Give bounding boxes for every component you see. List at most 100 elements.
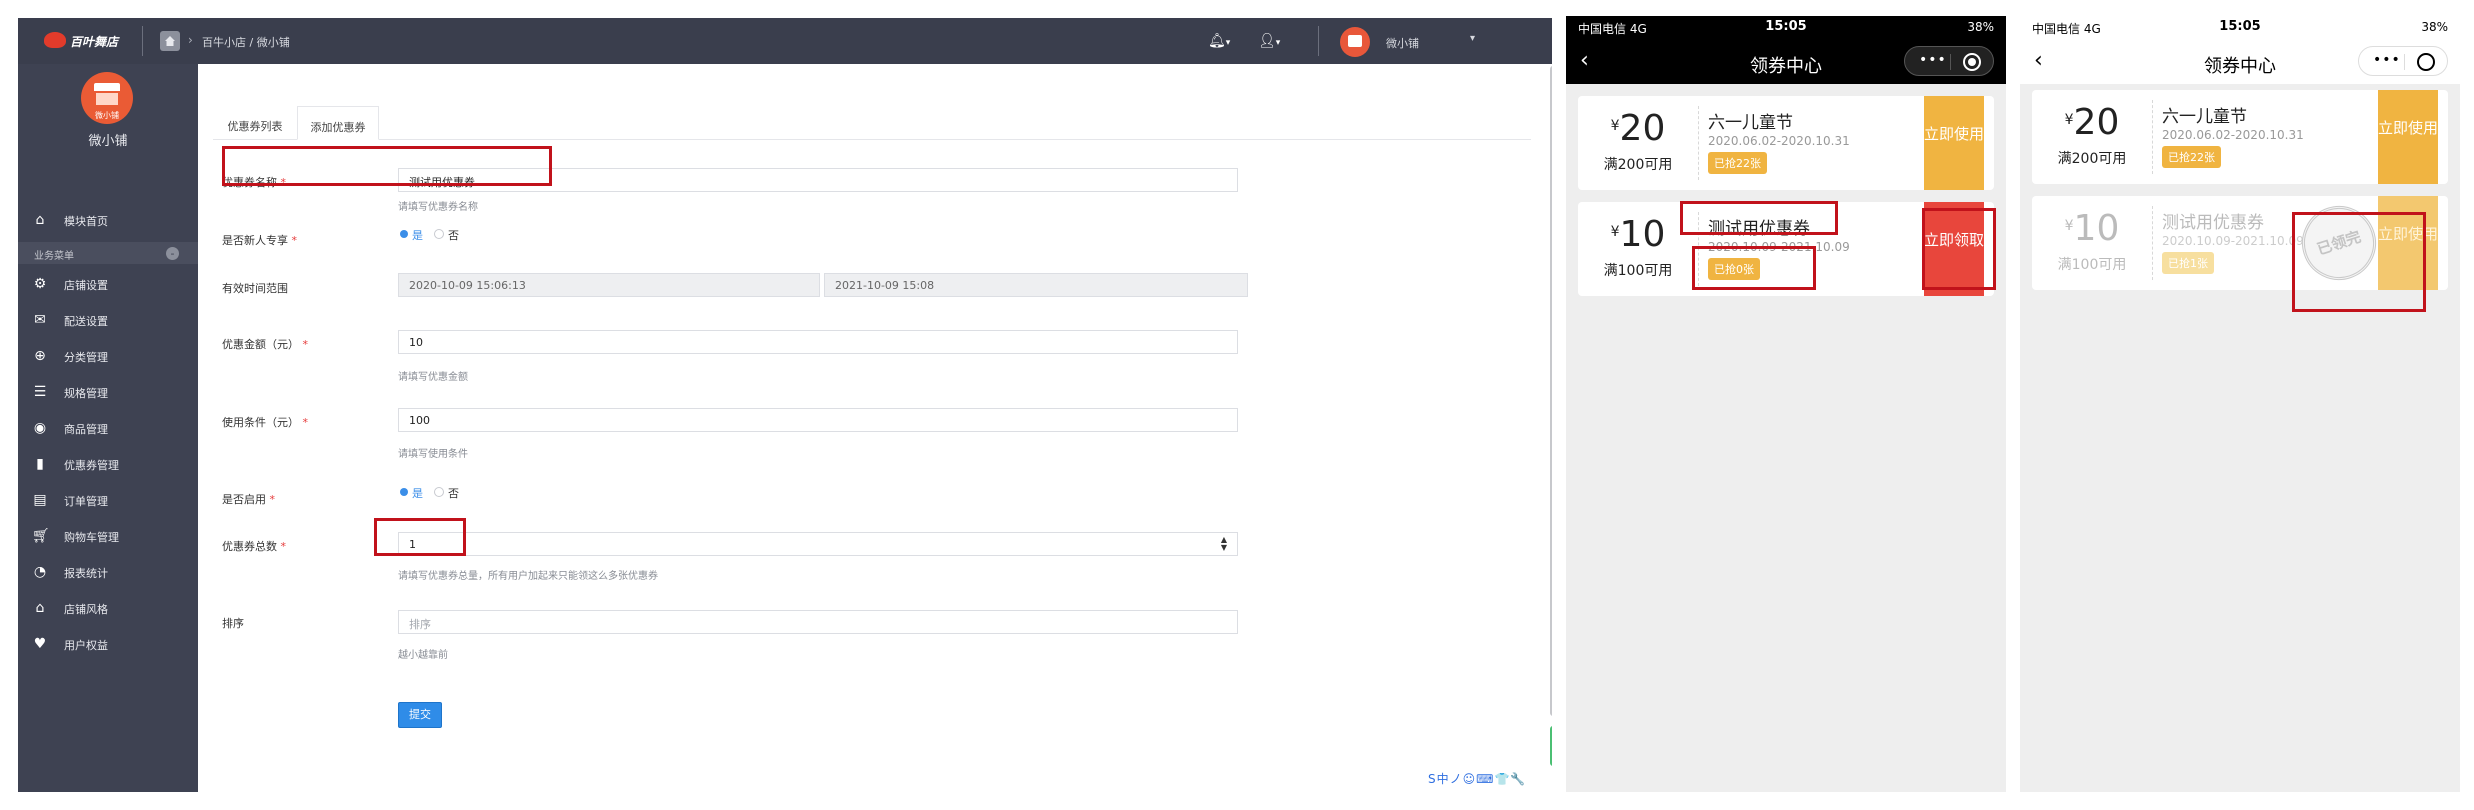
validity-start-input[interactable]: 2020-10-09 15:06:13 [398, 273, 820, 297]
amount-value: 10 [2073, 208, 2120, 249]
sidebar-item-shop-settings[interactable]: ⚙ 店铺设置 [18, 272, 198, 296]
collapse-icon[interactable]: - [166, 247, 179, 260]
submit-button[interactable]: 提交 [398, 702, 442, 728]
amount-help: 请填写优惠金额 [398, 372, 468, 383]
sidebar-item-spec[interactable]: ☰ 规格管理 [18, 380, 198, 404]
sort-help: 越小越靠前 [398, 650, 448, 661]
sidebar-item-label: 店铺风格 [64, 603, 108, 616]
divider [142, 26, 143, 56]
close-miniapp-icon[interactable] [1963, 53, 1981, 71]
condition-input[interactable]: 100 [398, 408, 1238, 432]
sidebar-item-label: 配送设置 [64, 315, 108, 328]
sidebar-item-home[interactable]: ⌂ 模块首页 [18, 208, 198, 232]
scrollbar[interactable] [1550, 66, 1552, 716]
sidebar-item-label: 报表统计 [64, 567, 108, 580]
sidebar-item-goods[interactable]: ◉ 商品管理 [18, 416, 198, 440]
currency-symbol: ¥ [2064, 112, 2074, 128]
sidebar-item-order[interactable]: ▤ 订单管理 [18, 488, 198, 512]
breadcrumb[interactable]: 百牛小店 / 微小铺 [202, 34, 290, 50]
divider [1950, 54, 1951, 70]
miniapp-capsule[interactable]: ••• [1904, 46, 1994, 76]
sidebar-item-label: 优惠券管理 [64, 459, 119, 472]
sidebar-group-header[interactable]: 业务菜单 - [18, 242, 198, 264]
use-now-button[interactable]: 立即使用 [1924, 96, 1984, 190]
sort-input[interactable]: 排序 [398, 610, 1238, 634]
coupon-amount: ¥10 [1588, 214, 1688, 255]
highlight-box [1922, 208, 1996, 290]
sidebar-item-style[interactable]: ⌂ 店铺风格 [18, 596, 198, 620]
sidebar-item-category[interactable]: ⊕ 分类管理 [18, 344, 198, 368]
validity-end-input[interactable]: 2021-10-09 15:08 [824, 273, 1248, 297]
sidebar-item-cart[interactable]: 🛒︎ 购物车管理 [18, 524, 198, 548]
admin-panel: 百叶舞店 › 百牛小店 / 微小铺 🔔︎▾ 👤︎▾ 微小铺 ▾ 微小铺 微小铺 … [18, 18, 1552, 792]
list-icon: ☰ [33, 384, 47, 400]
radio-label-yes: 是 [412, 229, 423, 242]
tab-coupon-list[interactable]: 优惠券列表 [213, 106, 297, 140]
more-icon[interactable]: ••• [1919, 52, 1947, 68]
chart-icon: ◔ [33, 564, 47, 580]
sidebar-item-label: 模块首页 [64, 215, 108, 228]
claimed-badge: 已抢22张 [2162, 146, 2221, 168]
radio-label-yes: 是 [412, 487, 423, 500]
shop-name: 微小铺 [88, 134, 128, 149]
total-label: 优惠券总数 * [222, 540, 286, 553]
use-now-button[interactable]: 立即使用 [2378, 90, 2438, 184]
sidebar-item-delivery[interactable]: ✉ 配送设置 [18, 308, 198, 332]
new-user-label: 是否新人专享 * [222, 234, 297, 247]
phone-screen-left: 中国电信 4G 15:05 38% ‹ 领券中心 ••• ¥20 满200可用 … [1566, 16, 2006, 792]
sidebar-item-label: 商品管理 [64, 423, 108, 436]
label-text: 优惠金额（元） [222, 338, 299, 351]
currency-symbol: ¥ [1610, 224, 1620, 240]
clock: 15:05 [2219, 19, 2261, 34]
coupon-dates: 2020.10.09-2021.10.09 [2162, 234, 2304, 248]
coupon-name: 六一儿童节 [2162, 107, 2247, 127]
condition-help: 请填写使用条件 [398, 449, 468, 460]
user-icon[interactable]: 👤︎▾ [1258, 33, 1280, 49]
coupon-card: ¥20 满200可用 六一儿童节 2020.06.02-2020.10.31 已… [1578, 96, 1994, 190]
chevron-down-icon[interactable]: ▾ [1470, 33, 1475, 44]
tab-bar: 优惠券列表 添加优惠券 [213, 106, 1531, 140]
coupon-condition: 满100可用 [2057, 257, 2127, 273]
radio-new-user-no[interactable] [434, 229, 444, 239]
status-bar: 中国电信 4G 15:05 38% [1566, 16, 2006, 38]
sidebar-item-report[interactable]: ◔ 报表统计 [18, 560, 198, 584]
top-user-name[interactable]: 微小铺 [1386, 35, 1419, 51]
miniapp-capsule[interactable]: ••• [2358, 46, 2448, 76]
home-icon: ⌂ [35, 212, 45, 228]
tab-add-coupon[interactable]: 添加优惠券 [297, 106, 379, 140]
ime-toolbar[interactable]: S中ノ☺⌨👕🔧 [1428, 770, 1526, 787]
more-icon[interactable]: ••• [2373, 52, 2401, 68]
heart-icon: ♥ [33, 636, 47, 652]
divider [2404, 54, 2405, 70]
amount-input[interactable]: 10 [398, 330, 1238, 354]
coupon-icon: ▮ [36, 456, 44, 472]
label-text: 是否启用 [222, 493, 266, 506]
coupon-amount: ¥20 [2042, 102, 2142, 143]
home-icon[interactable] [160, 31, 180, 51]
bell-icon[interactable]: 🔔︎▾ [1208, 33, 1230, 49]
currency-symbol: ¥ [2064, 218, 2074, 234]
divider [2152, 206, 2153, 280]
brand-logo-icon [44, 32, 66, 48]
avatar[interactable] [1340, 27, 1370, 57]
highlight-box [2292, 212, 2426, 312]
number-stepper-icon[interactable]: ▲ ▼ [1221, 536, 1227, 552]
highlight-box [1692, 246, 1816, 290]
sidebar-item-rights[interactable]: ♥ 用户权益 [18, 632, 198, 656]
enabled-label: 是否启用 * [222, 493, 275, 506]
coupon-amount: ¥10 [2042, 208, 2142, 249]
total-input[interactable]: 1 ▲ ▼ [398, 532, 1238, 556]
highlight-box [222, 146, 552, 186]
radio-enabled-no[interactable] [434, 487, 444, 497]
coupon-name: 六一儿童节 [1708, 113, 1793, 133]
total-help: 请填写优惠券总量，所有用户加起来只能领这么多张优惠券 [398, 571, 658, 582]
radio-enabled-yes[interactable] [400, 488, 408, 496]
cart-icon: 🛒︎ [32, 528, 50, 544]
close-miniapp-icon[interactable] [2417, 53, 2435, 71]
label-text: 优惠券总数 [222, 540, 277, 553]
radio-new-user-yes[interactable] [400, 230, 408, 238]
sidebar-item-label: 规格管理 [64, 387, 108, 400]
avatar-label: 微小铺 [95, 111, 119, 120]
chevron-right-icon: › [188, 33, 193, 47]
sidebar-item-coupon[interactable]: ▮ 优惠券管理 [18, 452, 198, 476]
